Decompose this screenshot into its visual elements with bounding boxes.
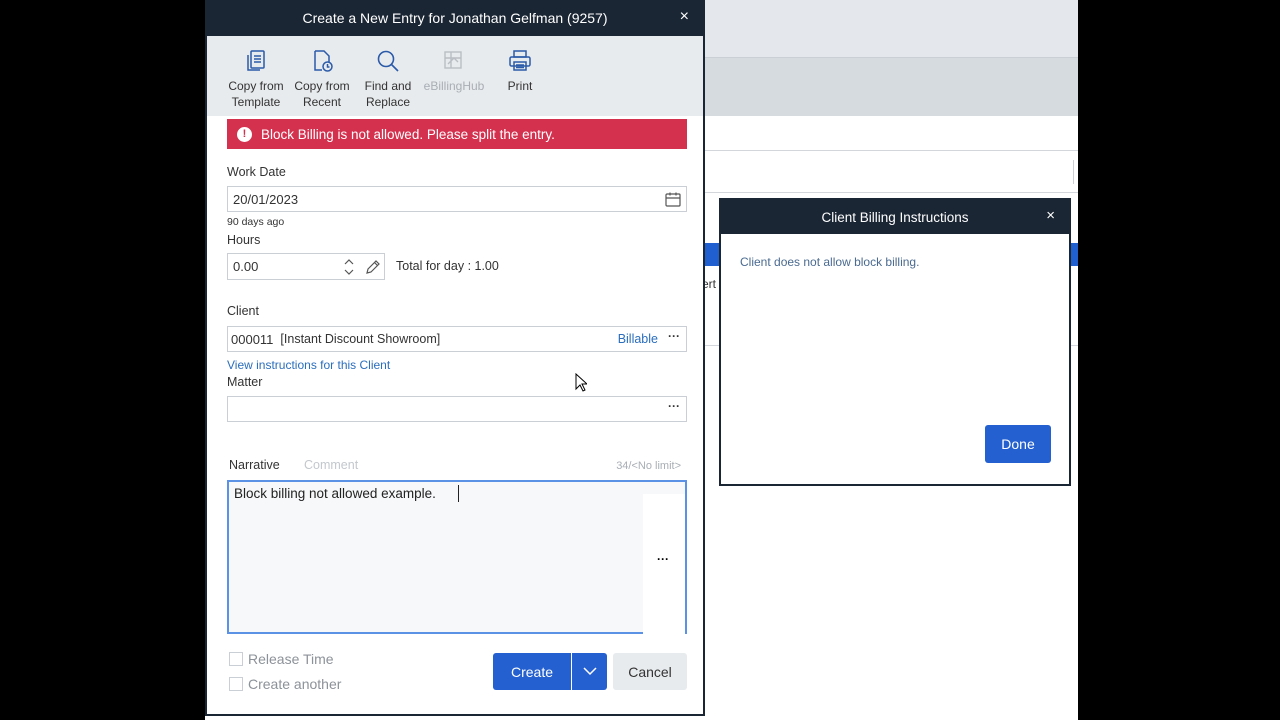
text-cursor: [458, 485, 459, 502]
client-field[interactable]: 000011 [Instant Discount Showroom] Billa…: [227, 326, 687, 352]
copy-from-template-button[interactable]: Copy from Template: [223, 36, 289, 116]
dialog-title-bar: Create a New Entry for Jonathan Gelfman …: [207, 0, 703, 36]
create-another-label: Create another: [248, 676, 342, 692]
release-time-checkbox[interactable]: [229, 652, 243, 666]
background-divider: [705, 150, 1078, 151]
hours-field[interactable]: 0.00: [227, 253, 385, 280]
copy-from-recent-button[interactable]: Copy from Recent: [289, 36, 355, 116]
toolbar: Copy from Template Copy from Recent Find…: [207, 36, 703, 116]
search-icon: [377, 50, 399, 72]
error-message: Block Billing is not allowed. Please spl…: [261, 126, 555, 142]
close-icon[interactable]: ×: [1046, 207, 1055, 224]
done-button[interactable]: Done: [985, 425, 1051, 463]
client-code: 000011: [231, 331, 274, 347]
client-label: Client: [227, 304, 259, 318]
tool-label: Print: [507, 79, 533, 93]
mouse-cursor-icon: [575, 373, 587, 392]
tool-label: Copy from Recent: [294, 79, 350, 109]
work-date-value: 20/01/2023: [233, 191, 299, 207]
matter-field[interactable]: ···: [227, 396, 687, 422]
client-instructions-link[interactable]: View instructions for this Client: [227, 358, 390, 372]
calendar-icon[interactable]: [665, 192, 681, 207]
client-billing-dialog: Client Billing Instructions × Client doe…: [719, 198, 1071, 486]
dialog-title: Create a New Entry for Jonathan Gelfman …: [302, 10, 608, 26]
alert-icon: !: [237, 126, 252, 142]
work-date-field[interactable]: 20/01/2023: [227, 186, 687, 212]
release-time-label: Release Time: [248, 651, 334, 667]
matter-label: Matter: [227, 375, 263, 389]
close-icon[interactable]: ×: [680, 8, 689, 26]
print-button[interactable]: Print: [487, 36, 553, 116]
more-options-icon[interactable]: ···: [668, 399, 680, 413]
copy-recent-icon: [314, 50, 333, 72]
chevron-down-icon: [582, 667, 597, 676]
copy-template-icon: [247, 50, 265, 71]
narrative-text: Block billing not allowed example.: [234, 486, 436, 501]
narrative-counter: 34/<No limit>: [616, 460, 681, 472]
app-background: ert Create a New Entry for Jonathan Gelf…: [205, 0, 1078, 720]
find-replace-button[interactable]: Find and Replace: [355, 36, 421, 116]
billable-badge: Billable: [617, 332, 658, 346]
create-entry-dialog: Create a New Entry for Jonathan Gelfman …: [205, 0, 705, 716]
tool-label: Find and Replace: [364, 79, 412, 109]
cancel-button[interactable]: Cancel: [613, 653, 687, 690]
pencil-icon[interactable]: [365, 259, 381, 275]
work-date-relative: 90 days ago: [227, 216, 285, 228]
billing-dialog-title: Client Billing Instructions: [821, 209, 969, 225]
total-for-day: Total for day : 1.00: [396, 259, 499, 273]
hours-value: 0.00: [233, 259, 259, 274]
more-options-icon[interactable]: ···: [657, 552, 669, 566]
comment-tab[interactable]: Comment: [304, 458, 358, 472]
ebillinghub-icon: [444, 51, 462, 69]
ebillinghub-button[interactable]: eBillingHub: [421, 36, 487, 116]
narrative-textarea[interactable]: Block billing not allowed example. ···: [227, 480, 687, 634]
client-name: [Instant Discount Showroom]: [280, 332, 441, 346]
billing-dialog-title-bar: Client Billing Instructions ×: [721, 200, 1069, 234]
background-tab-edge: [1073, 160, 1078, 184]
tool-label: Copy from Template: [228, 79, 284, 109]
error-banner: ! Block Billing is not allowed. Please s…: [227, 119, 687, 149]
print-icon: [509, 50, 531, 71]
hours-label: Hours: [227, 233, 261, 247]
narrative-tab[interactable]: Narrative: [229, 458, 280, 472]
narrative-side-panel: ···: [643, 494, 685, 634]
background-divider: [705, 192, 1078, 193]
create-options-dropdown[interactable]: [572, 653, 607, 690]
spinner-icon[interactable]: [344, 258, 354, 276]
create-button[interactable]: Create: [493, 653, 571, 690]
tool-label: eBillingHub: [423, 79, 485, 93]
work-date-label: Work Date: [227, 165, 286, 179]
billing-instructions-text: Client does not allow block billing.: [740, 255, 920, 269]
create-another-checkbox[interactable]: [229, 677, 243, 691]
more-options-icon[interactable]: ···: [668, 329, 680, 343]
